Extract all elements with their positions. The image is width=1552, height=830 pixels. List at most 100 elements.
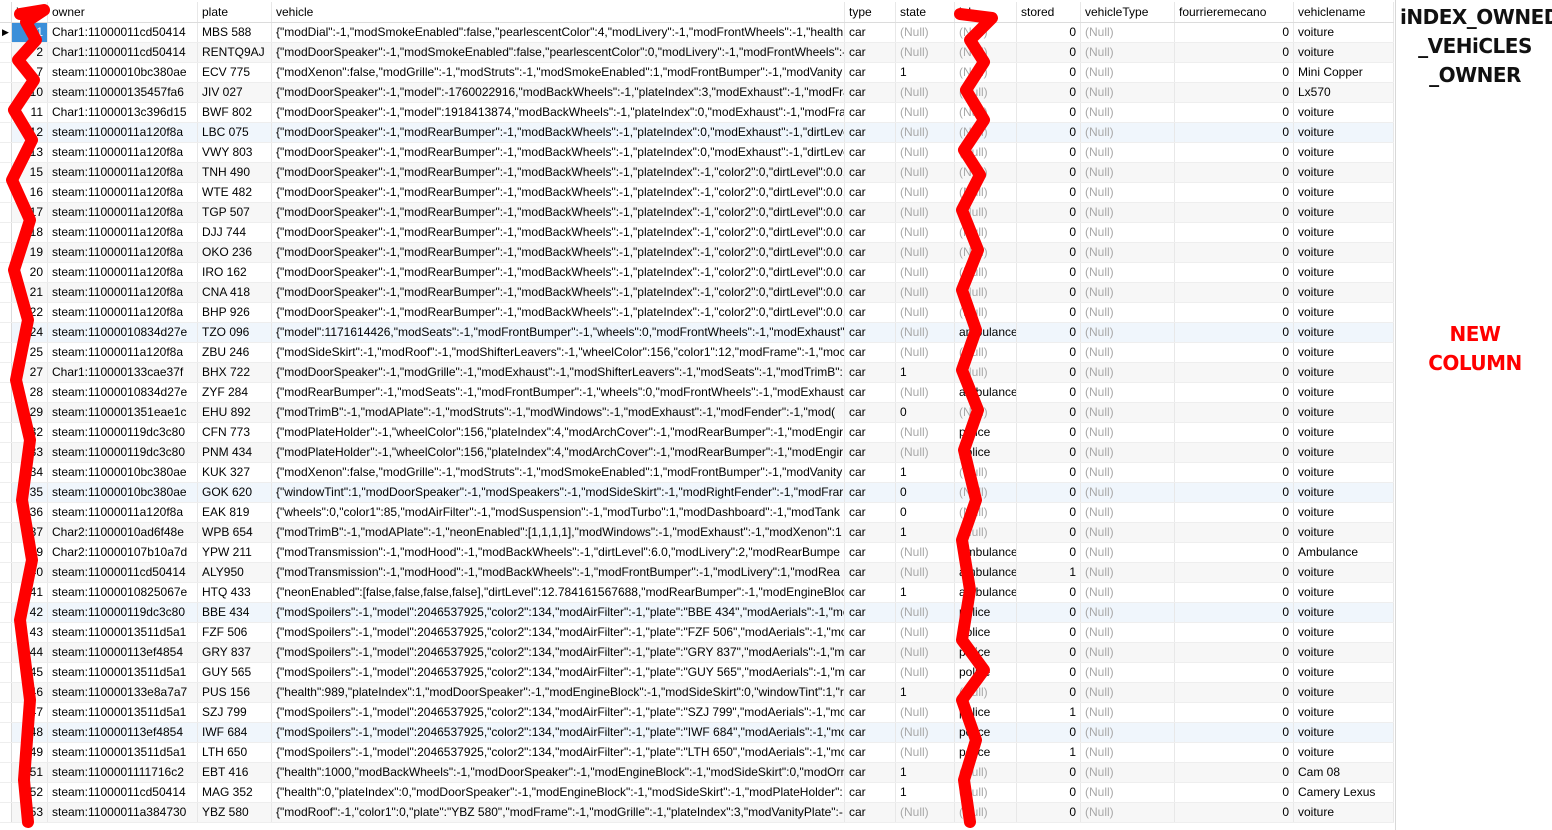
cell-job[interactable]: ambulance: [955, 323, 1017, 342]
cell-vehicletype[interactable]: (Null): [1081, 23, 1175, 42]
cell-job[interactable]: (Null): [955, 463, 1017, 482]
cell-plate[interactable]: YBZ 580: [198, 803, 272, 822]
row-marker[interactable]: [0, 403, 12, 422]
cell-plate[interactable]: EBT 416: [198, 763, 272, 782]
cell-type[interactable]: car: [845, 83, 896, 102]
cell-vehiclename[interactable]: voiture: [1294, 683, 1394, 702]
cell-state[interactable]: (Null): [896, 163, 955, 182]
table-row[interactable]: 11 Char1:11000013c396d15 BWF 802 {"modDoorS…: [0, 103, 1394, 123]
table-row[interactable]: 20 steam:11000011a120f8a IRO 162 {"modDoorS…: [0, 263, 1394, 283]
cell-plate[interactable]: OKO 236: [198, 243, 272, 262]
cell-id[interactable]: 13: [12, 143, 48, 162]
cell-fourrieremecano[interactable]: 0: [1175, 703, 1294, 722]
cell-vehicle[interactable]: {"modXenon":false,"modGrille":-1,"modStr…: [272, 63, 845, 82]
cell-id[interactable]: 22: [12, 303, 48, 322]
table-row[interactable]: 16 steam:11000011a120f8a WTE 482 {"modDoorS…: [0, 183, 1394, 203]
cell-owner[interactable]: steam:11000013511d5a1: [48, 663, 198, 682]
table-row[interactable]: 48 steam:110000113ef4854 IWF 684 {"modSpoil…: [0, 723, 1394, 743]
cell-fourrieremecano[interactable]: 0: [1175, 83, 1294, 102]
cell-owner[interactable]: Char2:11000010ad6f48e: [48, 523, 198, 542]
column-header-plate[interactable]: plate: [198, 2, 272, 22]
cell-state[interactable]: (Null): [896, 83, 955, 102]
cell-state[interactable]: (Null): [896, 323, 955, 342]
cell-state[interactable]: 0: [896, 503, 955, 522]
cell-fourrieremecano[interactable]: 0: [1175, 43, 1294, 62]
table-row[interactable]: 21 steam:11000011a120f8a CNA 418 {"modDoorS…: [0, 283, 1394, 303]
cell-state[interactable]: (Null): [896, 383, 955, 402]
cell-job[interactable]: (Null): [955, 363, 1017, 382]
row-marker[interactable]: [0, 743, 12, 762]
cell-stored[interactable]: 0: [1017, 543, 1081, 562]
cell-state[interactable]: 1: [896, 363, 955, 382]
cell-type[interactable]: car: [845, 783, 896, 802]
cell-owner[interactable]: steam:110000119dc3c80: [48, 603, 198, 622]
cell-plate[interactable]: RENTQ9AJ: [198, 43, 272, 62]
cell-state[interactable]: (Null): [896, 283, 955, 302]
cell-owner[interactable]: steam:11000010834d27e: [48, 323, 198, 342]
cell-vehiclename[interactable]: voiture: [1294, 663, 1394, 682]
cell-job[interactable]: police: [955, 603, 1017, 622]
cell-id[interactable]: 47: [12, 703, 48, 722]
row-marker[interactable]: [0, 723, 12, 742]
row-marker[interactable]: [0, 503, 12, 522]
cell-type[interactable]: car: [845, 283, 896, 302]
cell-stored[interactable]: 1: [1017, 743, 1081, 762]
row-marker[interactable]: [0, 283, 12, 302]
cell-id[interactable]: 19: [12, 243, 48, 262]
row-marker[interactable]: [0, 143, 12, 162]
cell-type[interactable]: car: [845, 163, 896, 182]
column-header-job[interactable]: job: [955, 2, 1017, 22]
cell-id[interactable]: 45: [12, 663, 48, 682]
cell-type[interactable]: car: [845, 363, 896, 382]
table-row[interactable]: 34 steam:11000010bc380ae KUK 327 {"modXenon…: [0, 463, 1394, 483]
cell-type[interactable]: car: [845, 523, 896, 542]
cell-job[interactable]: (Null): [955, 403, 1017, 422]
cell-plate[interactable]: VWY 803: [198, 143, 272, 162]
cell-stored[interactable]: 0: [1017, 323, 1081, 342]
cell-stored[interactable]: 0: [1017, 143, 1081, 162]
table-row[interactable]: 2 Char1:11000011cd50414 RENTQ9AJ {"modDoorS…: [0, 43, 1394, 63]
cell-fourrieremecano[interactable]: 0: [1175, 503, 1294, 522]
cell-vehicle[interactable]: {"modDoorSpeaker":-1,"modRearBumper":-1,…: [272, 163, 845, 182]
cell-vehiclename[interactable]: voiture: [1294, 423, 1394, 442]
cell-vehicletype[interactable]: (Null): [1081, 783, 1175, 802]
cell-plate[interactable]: BHP 926: [198, 303, 272, 322]
cell-job[interactable]: (Null): [955, 503, 1017, 522]
cell-vehicle[interactable]: {"modSpoilers":-1,"model":2046537925,"co…: [272, 723, 845, 742]
cell-plate[interactable]: CFN 773: [198, 423, 272, 442]
table-row[interactable]: 27 Char1:110000133cae37f BHX 722 {"modDoorS…: [0, 363, 1394, 383]
cell-job[interactable]: (Null): [955, 783, 1017, 802]
cell-vehiclename[interactable]: voiture: [1294, 203, 1394, 222]
cell-state[interactable]: 0: [896, 403, 955, 422]
table-row[interactable]: 17 steam:11000011a120f8a TGP 507 {"modDoorS…: [0, 203, 1394, 223]
cell-type[interactable]: car: [845, 503, 896, 522]
cell-owner[interactable]: steam:11000011a120f8a: [48, 223, 198, 242]
table-row[interactable]: 22 steam:11000011a120f8a BHP 926 {"modDoorS…: [0, 303, 1394, 323]
cell-plate[interactable]: DJJ 744: [198, 223, 272, 242]
cell-vehicletype[interactable]: (Null): [1081, 483, 1175, 502]
cell-vehicle[interactable]: {"modPlateHolder":-1,"wheelColor":156,"p…: [272, 443, 845, 462]
cell-owner[interactable]: steam:110000119dc3c80: [48, 443, 198, 462]
cell-vehicletype[interactable]: (Null): [1081, 163, 1175, 182]
cell-fourrieremecano[interactable]: 0: [1175, 103, 1294, 122]
cell-vehiclename[interactable]: voiture: [1294, 563, 1394, 582]
cell-vehiclename[interactable]: voiture: [1294, 403, 1394, 422]
cell-vehicle[interactable]: {"modDial":-1,"modSmokeEnabled":false,"p…: [272, 23, 845, 42]
cell-vehicletype[interactable]: (Null): [1081, 343, 1175, 362]
table-row[interactable]: 39 Char2:110000107b10a7d YPW 211 {"modTrans…: [0, 543, 1394, 563]
cell-stored[interactable]: 0: [1017, 123, 1081, 142]
cell-vehicletype[interactable]: (Null): [1081, 723, 1175, 742]
cell-stored[interactable]: 0: [1017, 63, 1081, 82]
cell-state[interactable]: (Null): [896, 43, 955, 62]
cell-vehicle[interactable]: {"modRoof":-1,"color1":0,"plate":"YBZ 58…: [272, 803, 845, 822]
cell-job[interactable]: (Null): [955, 763, 1017, 782]
cell-plate[interactable]: GRY 837: [198, 643, 272, 662]
cell-fourrieremecano[interactable]: 0: [1175, 683, 1294, 702]
cell-vehiclename[interactable]: voiture: [1294, 583, 1394, 602]
cell-plate[interactable]: IRO 162: [198, 263, 272, 282]
row-marker[interactable]: [0, 83, 12, 102]
row-marker[interactable]: [0, 483, 12, 502]
cell-state[interactable]: (Null): [896, 623, 955, 642]
cell-vehiclename[interactable]: voiture: [1294, 743, 1394, 762]
cell-plate[interactable]: ALY950: [198, 563, 272, 582]
